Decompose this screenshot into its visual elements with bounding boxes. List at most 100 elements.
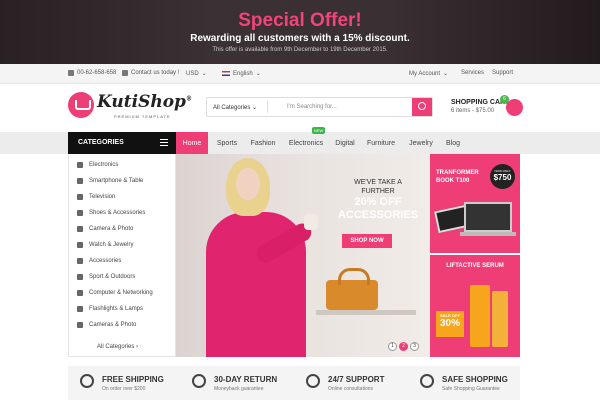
sidebar-item-label: Accessories	[89, 258, 122, 264]
top-bar: 00-62-658-658 Contact us today ! USD ⌄ En…	[0, 64, 600, 84]
features-bar: FREE SHIPPING On order over $200 30-DAY R…	[68, 366, 520, 400]
sidebar-item-electronics[interactable]: Electronics	[77, 162, 118, 168]
sidebar-item-label: Sport & Outdoors	[89, 274, 136, 280]
all-categories-link[interactable]: All Categories ›	[97, 344, 138, 350]
laptop-ad[interactable]: TRANFORMER BOOK T100 NOW ONLY $750	[430, 154, 520, 253]
sport-icon	[77, 274, 83, 280]
model-face	[236, 168, 260, 200]
laptop-base	[460, 232, 516, 236]
search-button[interactable]	[412, 98, 432, 116]
sidebar-item-label: Flashlights & Lamps	[89, 306, 144, 312]
sidebar-item-camera[interactable]: Camera & Photo	[77, 226, 133, 232]
feature-support: 24/7 SUPPORT Online consultations	[306, 366, 406, 400]
support-icon	[306, 374, 320, 388]
umbrella-icon	[420, 374, 434, 388]
watch-icon	[77, 242, 83, 248]
cart-icon[interactable]	[506, 99, 523, 116]
ad1-line2: BOOK T100	[436, 178, 470, 184]
services-link[interactable]: Services	[461, 70, 484, 76]
feature-sub: On order over $200	[102, 386, 146, 392]
contact-link[interactable]: Contact us today !	[122, 70, 179, 76]
feature-sub: Safe Shopping Guarantee	[442, 386, 500, 392]
my-account-menu[interactable]: My Account ⌄	[409, 70, 448, 78]
nav-furniture[interactable]: Furniture	[364, 132, 398, 154]
smartphone-icon	[77, 178, 83, 184]
nav-sports[interactable]: Sports	[212, 132, 242, 154]
search-divider	[267, 101, 268, 113]
categories-toggle[interactable]: CATEGORIES	[68, 132, 176, 154]
banner-line-4: ACCESSORIES	[337, 209, 419, 221]
contact-label: Contact us today !	[131, 70, 180, 76]
phone-icon	[68, 70, 74, 76]
language-select[interactable]: English ⌄	[222, 70, 261, 77]
categories-label: CATEGORIES	[78, 139, 124, 146]
sidebar-item-flashlights[interactable]: Flashlights & Lamps	[77, 306, 143, 312]
cart-summary[interactable]: 6 items - $75.00	[451, 108, 494, 114]
sidebar-item-smartphone[interactable]: Smartphone & Table	[77, 178, 143, 184]
sidebar-item-label: Watch & Jewelry	[89, 242, 134, 248]
chevron-down-icon: ⌄	[255, 71, 261, 77]
serum-tube-image	[470, 285, 490, 347]
feature-sub: Online consultations	[328, 386, 374, 392]
laptop-image	[464, 202, 512, 232]
model-glove	[304, 214, 318, 230]
feature-return: 30-DAY RETURN Moneyback guarantee	[192, 366, 292, 400]
sidebar-item-television[interactable]: Television	[77, 194, 115, 200]
table-image	[316, 310, 416, 315]
logo-cart-icon[interactable]	[68, 92, 94, 118]
camera-icon	[77, 322, 83, 328]
feature-free-shipping: FREE SHIPPING On order over $200	[80, 366, 180, 400]
promo-title: Special Offer!	[238, 10, 362, 31]
hero-slider[interactable]: WE'VE TAKE A FURTHER 20% OFF ACCESSORIES S…	[176, 154, 430, 357]
sidebar-item-accessories[interactable]: Accessories	[77, 258, 121, 264]
my-account-label: My Account	[409, 70, 441, 77]
currency-value: USD	[186, 70, 199, 77]
search-category-select[interactable]: All Categories ⌄	[213, 104, 257, 111]
phone-info: 00-62-658-658	[68, 70, 116, 76]
price-value: $750	[493, 173, 512, 182]
nav-home[interactable]: Home	[176, 132, 208, 154]
sidebar-item-computer[interactable]: Computer & Networking	[77, 290, 153, 296]
support-label: Support	[492, 70, 514, 76]
serum-tube-image	[492, 291, 508, 347]
sidebar-item-sport[interactable]: Sport & Outdoors	[77, 274, 135, 280]
ad2-title: LIFTACTIVE SERUM	[446, 263, 504, 269]
banner-headline: 20% OFF ACCESSORIES	[326, 196, 430, 222]
flashlight-icon	[77, 306, 83, 312]
search-category-value: All Categories	[213, 105, 251, 111]
sidebar-item-label: Shoes & Accessories	[89, 210, 146, 216]
mail-icon	[122, 70, 128, 76]
feature-sub: Moneyback guarantee	[214, 386, 264, 392]
banner-line-2: FURTHER	[361, 188, 395, 195]
feature-safe-shopping: SAFE SHOPPING Safe Shopping Guarantee	[420, 366, 518, 400]
feature-title: SAFE SHOPPING	[442, 375, 508, 384]
sale-value: 30%	[439, 318, 460, 329]
serum-ad[interactable]: LIFTACTIVE SERUM SALE OFF 30%	[430, 253, 520, 357]
nav-electronics[interactable]: Electronics	[286, 132, 326, 154]
sidebar-item-cameras[interactable]: Cameras & Photo	[77, 322, 136, 328]
support-link[interactable]: Support	[492, 70, 513, 76]
slider-dot-1[interactable]: 1	[388, 342, 397, 351]
sidebar-item-watch[interactable]: Watch & Jewelry	[77, 242, 133, 248]
cart-count-badge: 6	[500, 95, 509, 104]
shop-now-button[interactable]: SHOP NOW	[342, 234, 392, 248]
nav-digital[interactable]: Digital	[332, 132, 358, 154]
logo[interactable]: KutiShop®	[97, 92, 192, 112]
sidebar-item-label: Camera & Photo	[89, 226, 134, 232]
handbag-image	[326, 268, 378, 310]
airplane-icon	[80, 374, 94, 388]
search-input[interactable]: I'm Searching for...	[287, 104, 337, 110]
ad1-line1: TRANFORMER	[436, 170, 479, 176]
sidebar-item-shoes[interactable]: Shoes & Accessories	[77, 210, 145, 216]
computer-icon	[77, 290, 83, 296]
chevron-down-icon: ⌄	[201, 71, 207, 77]
currency-select[interactable]: USD ⌄	[186, 70, 207, 78]
search-bar: All Categories ⌄ I'm Searching for...	[206, 97, 433, 117]
slider-dots: 1 2 3	[388, 342, 419, 351]
nav-fashion[interactable]: Fashion	[246, 132, 280, 154]
nav-blog[interactable]: Blog	[442, 132, 464, 154]
nav-jewelry[interactable]: Jewelry	[406, 132, 436, 154]
slider-dot-3[interactable]: 3	[410, 342, 419, 351]
slider-dot-2[interactable]: 2	[399, 342, 408, 351]
sidebar-item-label: Computer & Networking	[89, 290, 153, 296]
